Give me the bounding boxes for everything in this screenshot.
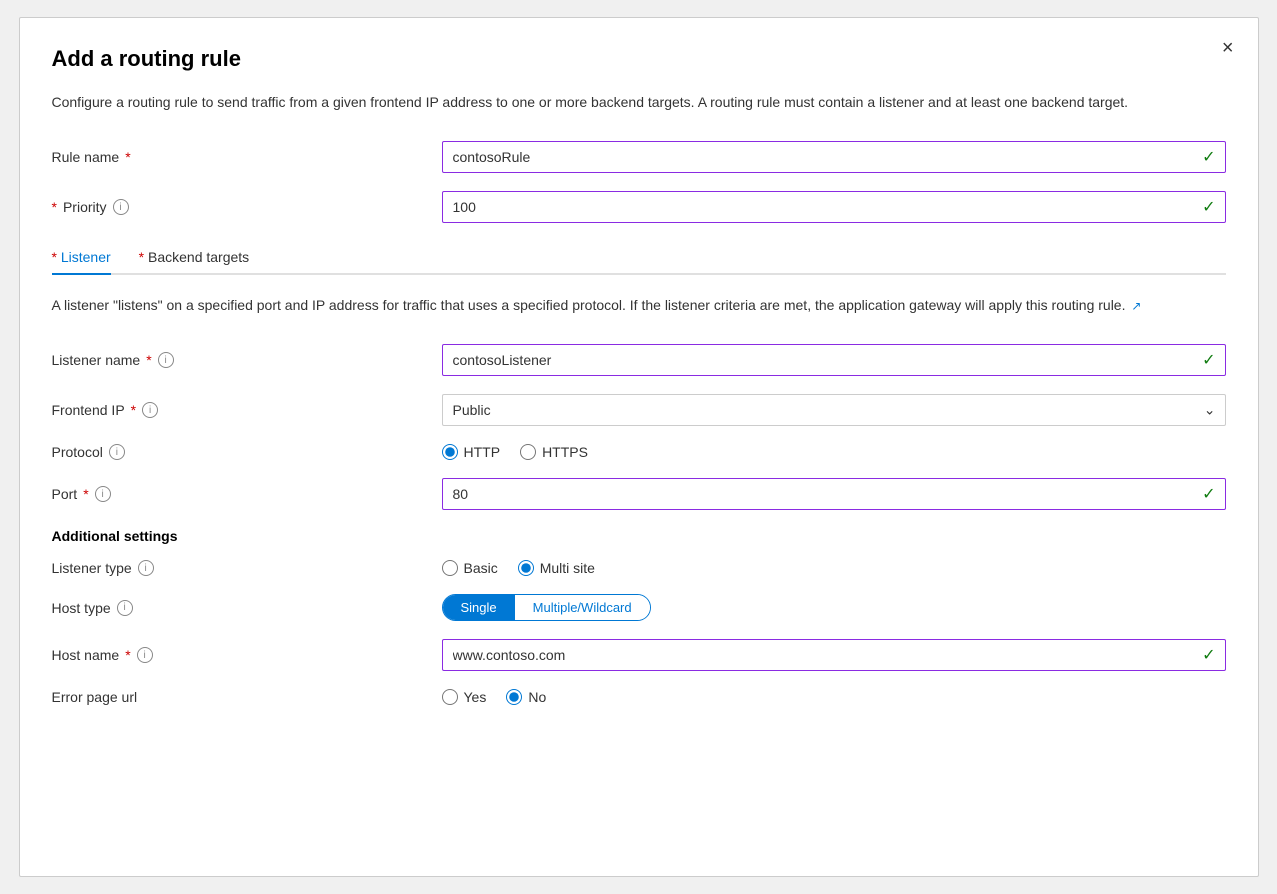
tab-backend-targets[interactable]: * Backend targets bbox=[139, 241, 250, 273]
tab-listener[interactable]: * Listener bbox=[52, 241, 111, 275]
listener-name-label: Listener name * i bbox=[52, 352, 442, 368]
host-type-toggle-group: Single Multiple/Wildcard bbox=[442, 594, 651, 621]
priority-check-icon: ✓ bbox=[1202, 197, 1215, 217]
host-type-row: Host type i Single Multiple/Wildcard bbox=[52, 594, 1226, 621]
priority-field: ✓ bbox=[442, 191, 1226, 223]
priority-row: * Priority i ✓ bbox=[52, 191, 1226, 223]
error-page-url-row: Error page url Yes No bbox=[52, 689, 1226, 705]
protocol-https-radio[interactable] bbox=[520, 444, 536, 460]
protocol-radio-group: HTTP HTTPS bbox=[442, 444, 1226, 460]
priority-input[interactable] bbox=[442, 191, 1226, 223]
dialog-description: Configure a routing rule to send traffic… bbox=[52, 92, 1202, 113]
port-field: ✓ bbox=[442, 478, 1226, 510]
frontend-ip-label: Frontend IP * i bbox=[52, 402, 442, 418]
error-page-no-radio[interactable] bbox=[506, 689, 522, 705]
listener-type-basic-radio[interactable] bbox=[442, 560, 458, 576]
host-name-check-icon: ✓ bbox=[1202, 645, 1215, 665]
add-routing-rule-dialog: Add a routing rule × Configure a routing… bbox=[19, 17, 1259, 877]
listener-type-radio-group: Basic Multi site bbox=[442, 560, 1226, 576]
error-page-no-label[interactable]: No bbox=[506, 689, 546, 705]
listener-name-row: Listener name * i ✓ bbox=[52, 344, 1226, 376]
port-input[interactable] bbox=[442, 478, 1226, 510]
listener-type-label: Listener type i bbox=[52, 560, 442, 576]
protocol-field: HTTP HTTPS bbox=[442, 444, 1226, 460]
toggle-single-button[interactable]: Single bbox=[443, 595, 515, 620]
listener-type-field: Basic Multi site bbox=[442, 560, 1226, 576]
listener-type-multisite-label[interactable]: Multi site bbox=[518, 560, 595, 576]
dialog-title: Add a routing rule bbox=[52, 46, 1226, 72]
port-row: Port * i ✓ bbox=[52, 478, 1226, 510]
close-button[interactable]: × bbox=[1222, 38, 1234, 58]
host-type-info-icon: i bbox=[117, 600, 133, 616]
host-type-field: Single Multiple/Wildcard bbox=[442, 594, 1226, 621]
host-name-field: ✓ bbox=[442, 639, 1226, 671]
error-page-url-field: Yes No bbox=[442, 689, 1226, 705]
rule-name-row: Rule name * ✓ bbox=[52, 141, 1226, 173]
port-info-icon: i bbox=[95, 486, 111, 502]
frontend-ip-field: Public Private ⌄ bbox=[442, 394, 1226, 426]
rule-name-field: ✓ bbox=[442, 141, 1226, 173]
listener-name-check-icon: ✓ bbox=[1202, 350, 1215, 370]
rule-name-input[interactable] bbox=[442, 141, 1226, 173]
priority-label: * Priority i bbox=[52, 199, 442, 215]
listener-type-row: Listener type i Basic Multi site bbox=[52, 560, 1226, 576]
frontend-ip-row: Frontend IP * i Public Private ⌄ bbox=[52, 394, 1226, 426]
protocol-info-icon: i bbox=[109, 444, 125, 460]
rule-name-check-icon: ✓ bbox=[1202, 147, 1215, 167]
additional-settings-title: Additional settings bbox=[52, 528, 1226, 544]
listener-type-basic-label[interactable]: Basic bbox=[442, 560, 498, 576]
frontend-ip-info-icon: i bbox=[142, 402, 158, 418]
host-name-label: Host name * i bbox=[52, 647, 442, 663]
listener-type-multisite-radio[interactable] bbox=[518, 560, 534, 576]
listener-name-input[interactable] bbox=[442, 344, 1226, 376]
port-label: Port * i bbox=[52, 486, 442, 502]
error-page-yes-radio[interactable] bbox=[442, 689, 458, 705]
error-page-url-radio-group: Yes No bbox=[442, 689, 1226, 705]
rule-name-required: * bbox=[125, 149, 130, 165]
protocol-https-label[interactable]: HTTPS bbox=[520, 444, 588, 460]
protocol-http-radio[interactable] bbox=[442, 444, 458, 460]
tabs-row: * Listener * Backend targets bbox=[52, 241, 1226, 275]
priority-info-icon: i bbox=[113, 199, 129, 215]
listener-name-field: ✓ bbox=[442, 344, 1226, 376]
error-page-yes-label[interactable]: Yes bbox=[442, 689, 487, 705]
rule-name-label: Rule name * bbox=[52, 149, 442, 165]
protocol-http-label[interactable]: HTTP bbox=[442, 444, 501, 460]
host-name-row: Host name * i ✓ bbox=[52, 639, 1226, 671]
protocol-label: Protocol i bbox=[52, 444, 442, 460]
listener-name-info-icon: i bbox=[158, 352, 174, 368]
listener-external-link-icon[interactable]: ↗ bbox=[1131, 297, 1141, 315]
error-page-url-label: Error page url bbox=[52, 689, 442, 705]
listener-description: A listener "listens" on a specified port… bbox=[52, 295, 1202, 316]
host-type-label: Host type i bbox=[52, 600, 442, 616]
host-name-info-icon: i bbox=[137, 647, 153, 663]
listener-type-info-icon: i bbox=[138, 560, 154, 576]
toggle-multiple-wildcard-button[interactable]: Multiple/Wildcard bbox=[515, 595, 650, 620]
host-name-input[interactable] bbox=[442, 639, 1226, 671]
frontend-ip-select[interactable]: Public Private bbox=[442, 394, 1226, 426]
port-check-icon: ✓ bbox=[1202, 484, 1215, 504]
protocol-row: Protocol i HTTP HTTPS bbox=[52, 444, 1226, 460]
